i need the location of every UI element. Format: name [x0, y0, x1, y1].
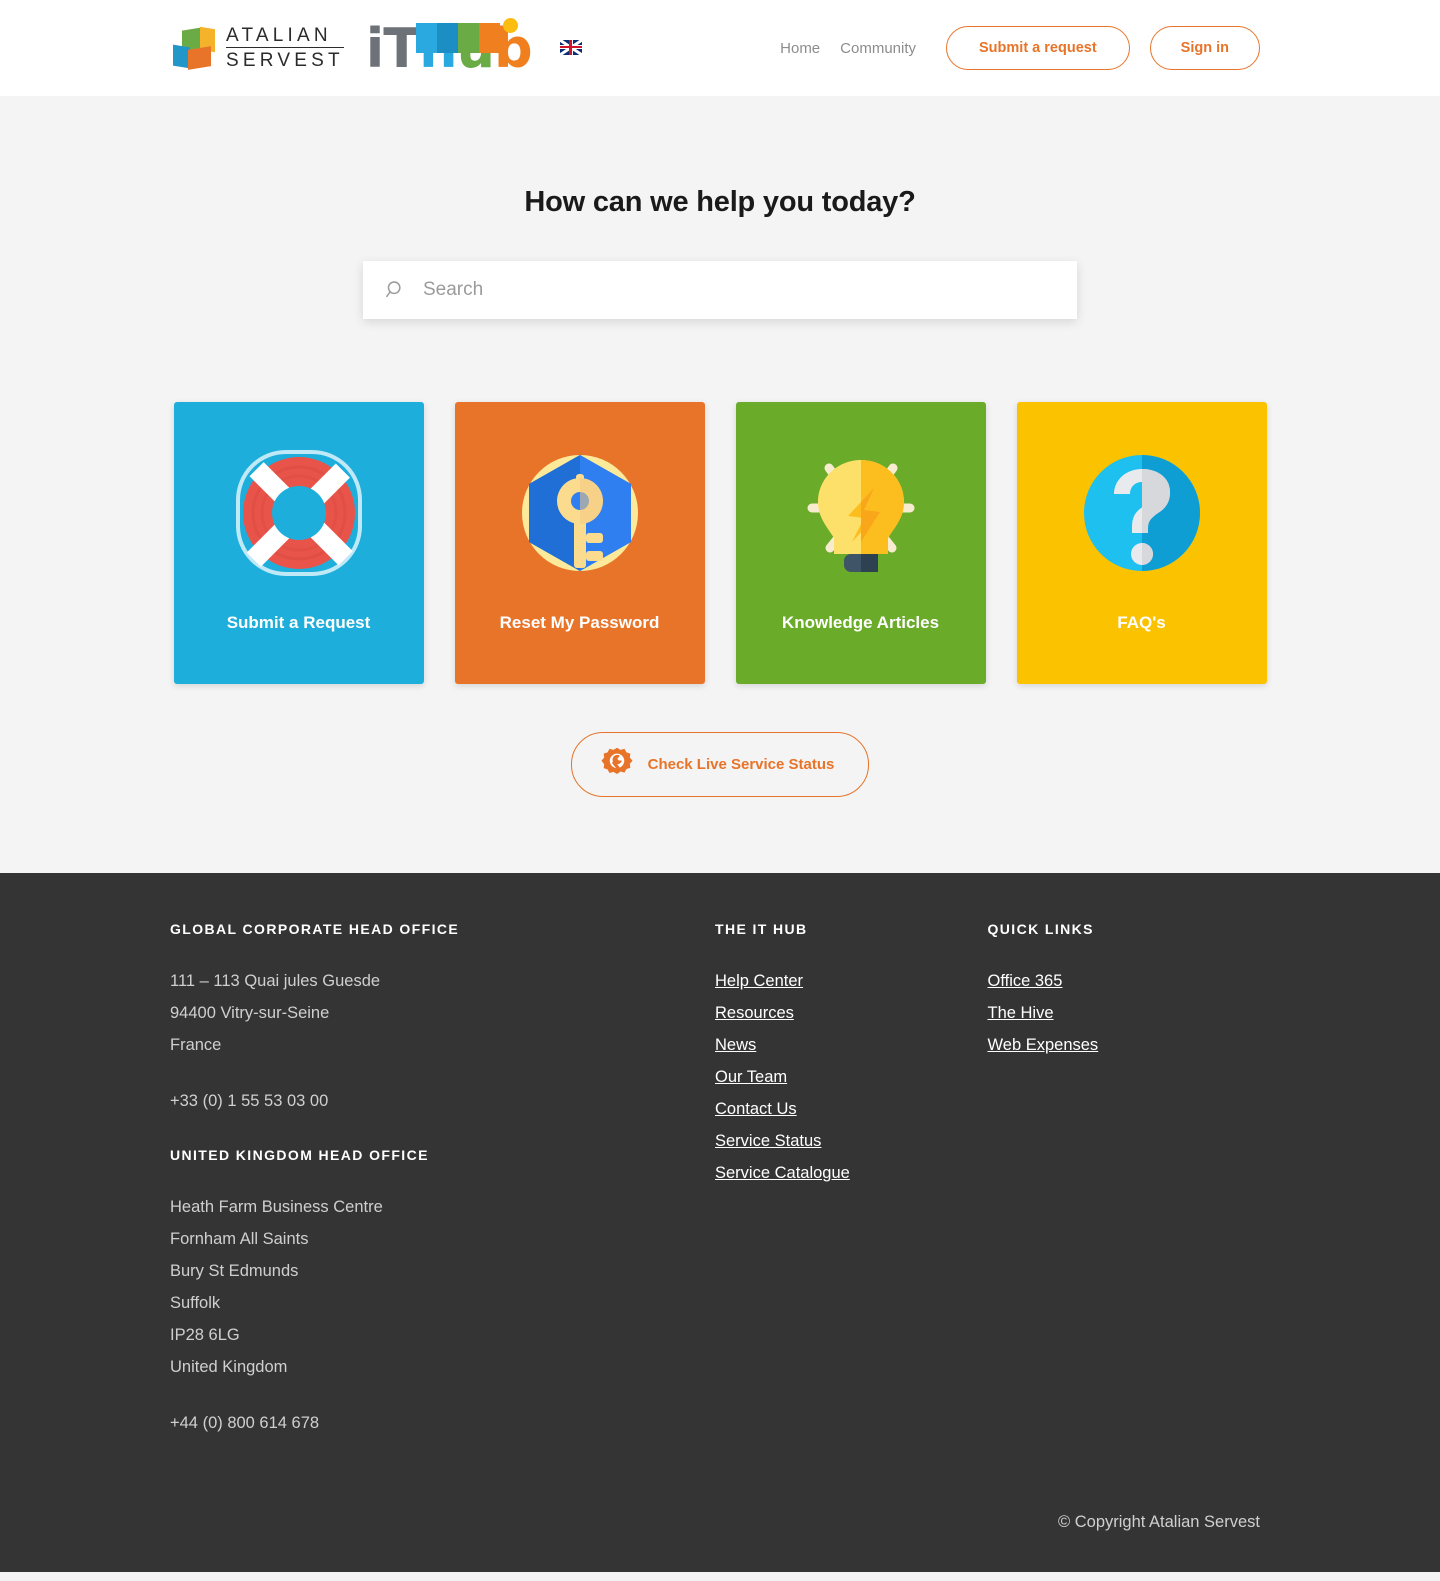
address-line: Heath Farm Business Centre	[170, 1198, 383, 1216]
card-label: Knowledge Articles	[781, 613, 940, 632]
address-line: 111 – 113 Quai jules Guesde	[170, 972, 381, 990]
service-status-section: Check Live Service Status	[0, 732, 1440, 873]
uk-office-heading: UNITED KINGDOM HEAD OFFICE	[170, 1147, 429, 1163]
sign-in-button[interactable]: Sign in	[1149, 26, 1260, 70]
address-line: United Kingdom	[170, 1358, 288, 1376]
shield-key-icon	[505, 438, 655, 588]
primary-navigation: Home Community Submit a request Sign in	[780, 26, 1260, 70]
search-bar[interactable]	[363, 261, 1077, 319]
check-live-service-status-button[interactable]: Check Live Service Status	[570, 732, 870, 797]
global-office-phone: +33 (0) 1 55 53 03 00	[170, 1092, 329, 1110]
footer-column-quick-links: QUICK LINKS Office 365 The Hive Web Expe…	[988, 921, 1261, 1439]
address-line: Fornham All Saints	[170, 1230, 309, 1248]
ithub-color-blocks	[415, 23, 500, 53]
service-status-label: Check Live Service Status	[647, 756, 835, 773]
footer-link-contact-us[interactable]: Contact Us	[715, 1093, 797, 1125]
footer-link-office-365[interactable]: Office 365	[988, 965, 1063, 997]
address-line: Bury St Edmunds	[170, 1262, 299, 1280]
atalian-word-atalian: ATALIAN	[226, 26, 344, 48]
copyright-text: © Copyright Atalian Servest	[1057, 1513, 1260, 1531]
lightbulb-icon	[786, 438, 936, 588]
quick-links-heading: QUICK LINKS	[987, 921, 1094, 937]
card-faqs[interactable]: FAQ's	[1016, 402, 1267, 684]
footer-columns: GLOBAL CORPORATE HEAD OFFICE 111 – 113 Q…	[170, 921, 1260, 1439]
gear-wrench-icon	[600, 746, 634, 783]
card-knowledge-articles[interactable]: Knowledge Articles	[735, 402, 986, 684]
ithub-letter-i: i	[365, 17, 384, 80]
footer-link-web-expenses[interactable]: Web Expenses	[988, 1029, 1099, 1061]
footer-link-news[interactable]: News	[715, 1029, 756, 1061]
ithub-dot-icon	[502, 18, 518, 33]
nav-community[interactable]: Community	[840, 40, 916, 57]
footer-column-addresses: GLOBAL CORPORATE HEAD OFFICE 111 – 113 Q…	[170, 921, 715, 1439]
nav-home[interactable]: Home	[780, 40, 820, 57]
lifebuoy-icon	[224, 438, 374, 588]
footer-link-resources[interactable]: Resources	[715, 997, 794, 1029]
atalian-servest-logo[interactable]: ATALIAN SERVEST	[170, 26, 344, 70]
address-line: Suffolk	[170, 1294, 221, 1312]
magnifier-icon	[385, 279, 407, 301]
page-title: How can we help you today?	[524, 186, 916, 218]
search-input[interactable]	[423, 261, 1077, 319]
atalian-mark-icon	[170, 26, 217, 70]
atalian-wordmark: ATALIAN SERVEST	[226, 26, 344, 70]
address-line: IP28 6LG	[170, 1326, 240, 1344]
logo-group: ATALIAN SERVEST i T h u b	[170, 17, 582, 80]
card-label: FAQ's	[1117, 613, 1166, 632]
site-footer: GLOBAL CORPORATE HEAD OFFICE 111 – 113 Q…	[0, 873, 1440, 1572]
it-hub-heading: THE IT HUB	[715, 921, 808, 937]
address-line: 94400 Vitry-sur-Seine	[170, 1004, 330, 1022]
footer-column-it-hub: THE IT HUB Help Center Resources News Ou…	[715, 921, 988, 1439]
site-header: ATALIAN SERVEST i T h u b Home Community…	[0, 0, 1440, 96]
card-label: Submit a Request	[226, 613, 371, 632]
quick-action-cards: Submit a Request Reset My Password Knowl…	[0, 402, 1440, 684]
hero-section: How can we help you today? Search Submit…	[0, 96, 1440, 873]
question-mark-icon	[1067, 438, 1217, 588]
atalian-word-servest: SERVEST	[226, 50, 344, 71]
footer-link-service-catalogue[interactable]: Service Catalogue	[715, 1157, 850, 1189]
uk-office-phone: +44 (0) 800 614 678	[170, 1414, 320, 1432]
card-submit-a-request[interactable]: Submit a Request	[173, 402, 424, 684]
submit-a-request-button[interactable]: Submit a request	[946, 26, 1130, 70]
address-line: France	[170, 1036, 222, 1054]
footer-link-help-center[interactable]: Help Center	[715, 965, 803, 997]
global-office-heading: GLOBAL CORPORATE HEAD OFFICE	[170, 921, 460, 937]
card-label: Reset My Password	[499, 613, 660, 632]
it-hub-logo[interactable]: i T h u b	[365, 17, 533, 80]
footer-link-service-status[interactable]: Service Status	[715, 1125, 821, 1157]
footer-link-our-team[interactable]: Our Team	[715, 1061, 787, 1093]
uk-flag-icon	[559, 39, 582, 55]
footer-link-the-hive[interactable]: The Hive	[988, 997, 1054, 1029]
ithub-letter-t: T	[383, 17, 420, 80]
card-reset-my-password[interactable]: Reset My Password	[454, 402, 705, 684]
